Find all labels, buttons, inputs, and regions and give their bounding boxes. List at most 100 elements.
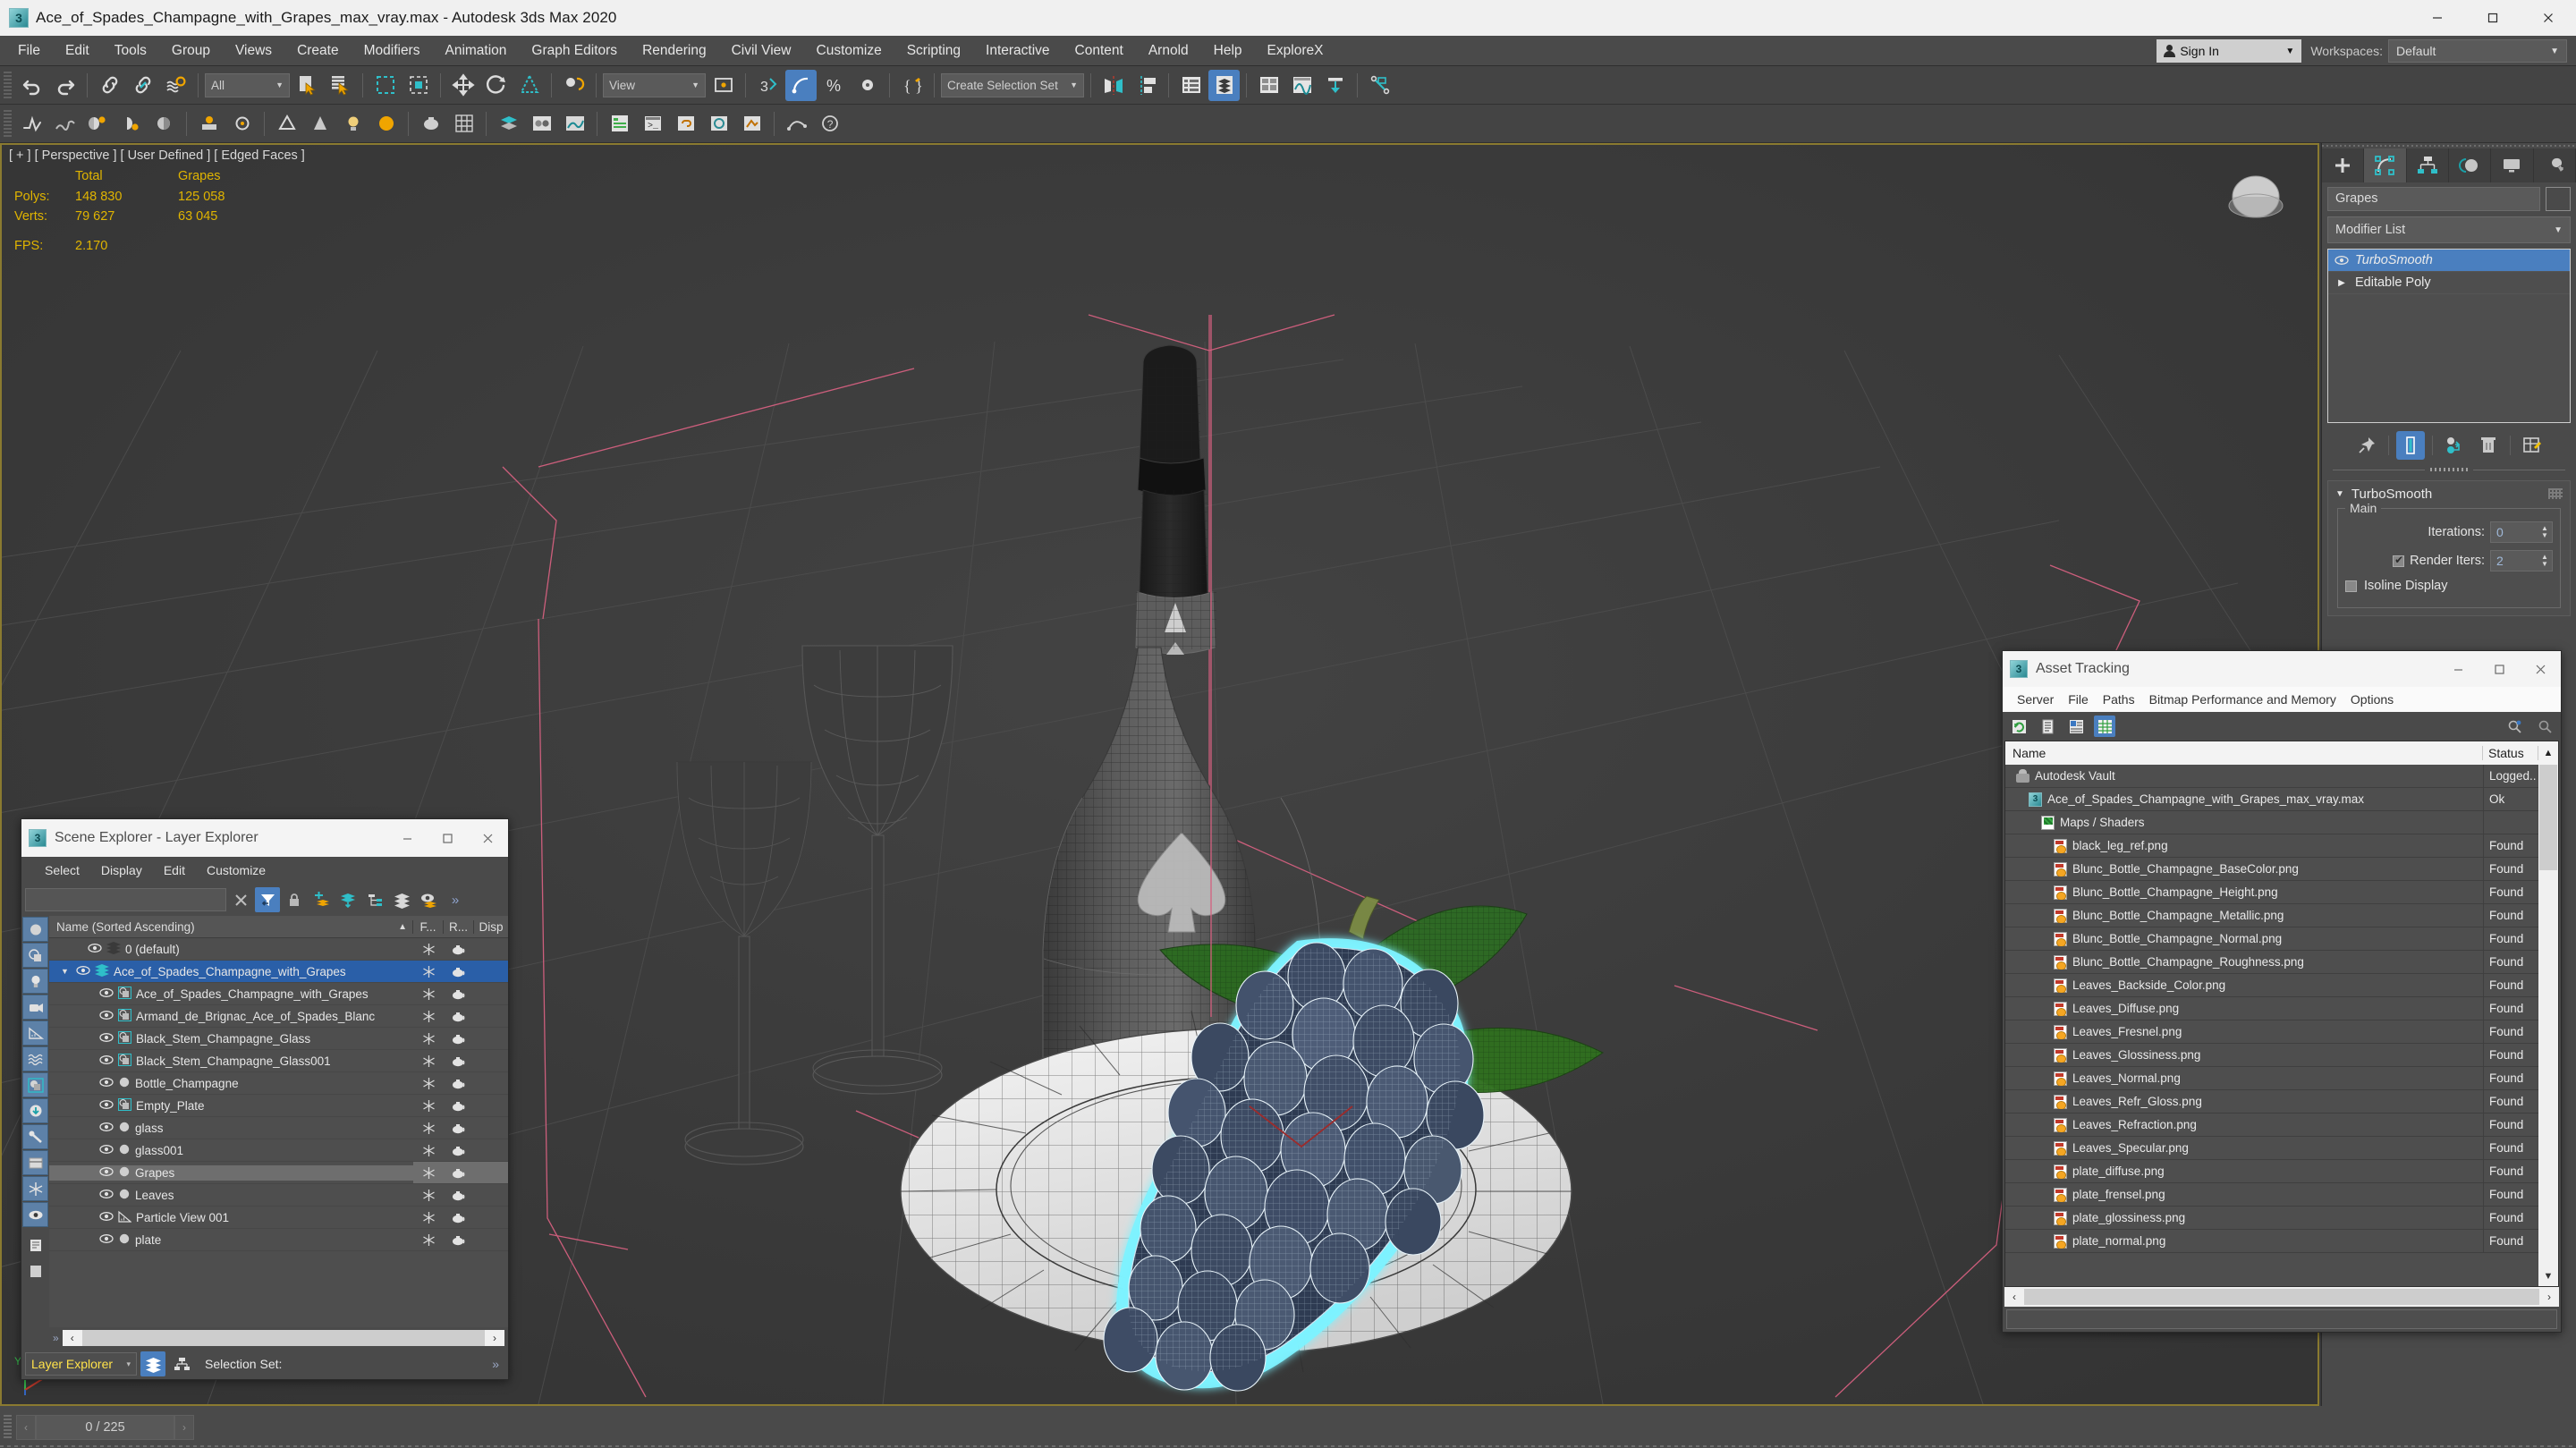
maximize-button[interactable] (2465, 0, 2521, 36)
configure-modifier-sets-icon[interactable] (2518, 431, 2546, 460)
display-cell[interactable] (474, 1005, 508, 1027)
content-browser-icon[interactable] (703, 108, 734, 140)
select-object-icon[interactable] (292, 70, 323, 101)
scroll-thumb[interactable] (2539, 765, 2557, 870)
asset-menu-server[interactable]: Server (2010, 690, 2061, 708)
cone-primitive-icon[interactable] (304, 108, 335, 140)
asset-table-row[interactable]: Blunc_Bottle_Champagne_Height.png Found (2005, 881, 2538, 904)
asset-column-status[interactable]: Status (2483, 746, 2538, 760)
freeze-toggle-icon[interactable] (413, 1072, 444, 1094)
visibility-eye-icon[interactable] (99, 1099, 114, 1113)
scene-explorer-row[interactable]: Black_Stem_Champagne_Glass001 (49, 1050, 508, 1072)
select-and-scale-icon[interactable] (513, 70, 545, 101)
use-pivot-point-center-icon[interactable] (708, 70, 739, 101)
renderable-toggle-icon[interactable] (444, 1229, 474, 1250)
sphere-primitive-icon[interactable] (370, 108, 402, 140)
visibility-eye-icon[interactable] (99, 1054, 114, 1068)
scene-explorer-row[interactable]: Particle View 001 (49, 1207, 508, 1229)
menu-views[interactable]: Views (223, 39, 284, 63)
layer-manager-icon[interactable] (493, 108, 524, 140)
render-production-icon[interactable] (82, 108, 114, 140)
asset-table-row[interactable]: 3 Ace_of_Spades_Champagne_with_Grapes_max… (2005, 788, 2538, 811)
scroll-thumb[interactable] (2024, 1289, 2539, 1305)
edit-named-selection-sets-icon[interactable]: { } (896, 70, 928, 101)
asset-table-row[interactable]: plate_normal.png Found (2005, 1230, 2538, 1253)
asset-table-row[interactable]: Leaves_Specular.png Found (2005, 1137, 2538, 1160)
object-name-field[interactable]: Grapes (2327, 186, 2540, 211)
workspace-select[interactable]: Default ▼ (2388, 39, 2567, 63)
scene-explorer-row[interactable]: Grapes (49, 1162, 508, 1184)
minimize-button[interactable] (2410, 0, 2465, 36)
asset-menu-file[interactable]: File (2061, 690, 2096, 708)
renderable-toggle-icon[interactable] (444, 1005, 474, 1027)
renderable-toggle-icon[interactable] (444, 1162, 474, 1183)
visibility-eye-icon[interactable] (99, 1077, 114, 1090)
scene-explorer-row[interactable]: Empty_Plate (49, 1095, 508, 1117)
menu-arnold[interactable]: Arnold (1136, 39, 1201, 63)
freeze-toggle-icon[interactable] (413, 1184, 444, 1206)
filter-selection-icon[interactable] (255, 887, 280, 912)
visibility-eye-icon[interactable] (99, 1122, 114, 1135)
freeze-toggle-icon[interactable] (413, 938, 444, 960)
asset-table-row[interactable]: black_leg_ref.png Found (2005, 834, 2538, 858)
named-selection-set-combo[interactable]: Create Selection Set ▼ (941, 72, 1084, 97)
spinner-snap-toggle-icon[interactable] (852, 70, 883, 101)
toggle-scene-explorer-icon[interactable] (1175, 70, 1207, 101)
remove-modifier-icon[interactable] (2474, 431, 2503, 460)
list-view-icon[interactable] (2037, 716, 2058, 737)
asset-table-row[interactable]: Leaves_Backside_Color.png Found (2005, 974, 2538, 997)
menu-rendering[interactable]: Rendering (630, 39, 719, 63)
menu-help[interactable]: Help (1201, 39, 1255, 63)
tab-utilities[interactable] (2534, 148, 2576, 182)
display-cell[interactable] (474, 1117, 508, 1139)
scene-explorer-close-button[interactable] (468, 819, 508, 857)
tab-display[interactable] (2491, 148, 2534, 182)
asset-table-row[interactable]: Leaves_Glossiness.png Found (2005, 1044, 2538, 1067)
display-cell[interactable] (474, 1207, 508, 1228)
toggle-layer-explorer-icon[interactable] (1208, 69, 1240, 101)
scene-explorer-maximize-button[interactable] (428, 819, 468, 857)
asset-row-list[interactable]: Autodesk Vault Logged.. 3 Ace_of_Spades_Cha… (2005, 765, 2538, 1286)
asset-tracking-maximize-button[interactable] (2479, 651, 2520, 687)
status-expand-icon[interactable]: » (492, 1357, 504, 1371)
align-icon[interactable] (1131, 70, 1162, 101)
rollout-grip[interactable] (2548, 488, 2563, 499)
expand-subobject-icon[interactable]: ▶ (2328, 278, 2355, 288)
display-cell[interactable] (474, 1229, 508, 1250)
isoline-display-checkbox[interactable] (2345, 580, 2357, 592)
iterations-spinner[interactable]: 0 ▲ ▼ (2490, 521, 2553, 543)
visibility-eye-icon[interactable] (99, 1166, 114, 1180)
next-frame-button[interactable]: › (174, 1415, 194, 1440)
close-button[interactable] (2521, 0, 2576, 36)
placement-tool-icon[interactable] (558, 70, 589, 101)
scene-explorer-window[interactable]: 3 Scene Explorer - Layer Explorer Select… (21, 818, 509, 1380)
light-icon[interactable] (337, 108, 369, 140)
renderable-toggle-icon[interactable] (444, 983, 474, 1004)
toolbar-grip[interactable] (4, 72, 12, 98)
find-next-asset-icon[interactable] (2534, 716, 2555, 737)
show-end-result-icon[interactable] (2395, 431, 2425, 460)
asset-table-row[interactable]: Leaves_Fresnel.png Found (2005, 1020, 2538, 1044)
modifier-stack[interactable]: TurboSmooth ▶ Editable Poly (2327, 249, 2571, 423)
menu-edit[interactable]: Edit (53, 39, 102, 63)
sign-in-button[interactable]: Sign In ▼ (2157, 39, 2302, 63)
display-cell[interactable] (474, 1139, 508, 1161)
expand-panel-icon[interactable]: » (53, 1332, 59, 1344)
asset-menu-bitmap-performance[interactable]: Bitmap Performance and Memory (2142, 690, 2343, 708)
curve-toolbar-icon[interactable] (781, 108, 812, 140)
asset-tracking-minimize-button[interactable] (2437, 651, 2479, 687)
renderable-toggle-icon[interactable] (444, 1139, 474, 1161)
asset-table-row[interactable]: Blunc_Bottle_Champagne_Roughness.png Foun… (2005, 951, 2538, 974)
asset-table-row[interactable]: Blunc_Bottle_Champagne_Normal.png Found (2005, 927, 2538, 951)
asset-menu-paths[interactable]: Paths (2096, 690, 2142, 708)
layer-hierarchy-icon[interactable] (362, 887, 387, 912)
filter-helpers-icon[interactable] (22, 1020, 48, 1046)
asset-table-row[interactable]: Blunc_Bottle_Champagne_Metallic.png Found (2005, 904, 2538, 927)
tab-hierarchy[interactable] (2407, 148, 2449, 182)
filter-lights-icon[interactable] (22, 969, 48, 994)
visibility-eye-icon[interactable] (99, 1233, 114, 1247)
unlink-selection-icon[interactable] (127, 70, 158, 101)
angle-snap-toggle-icon[interactable] (785, 69, 817, 101)
freeze-toggle-icon[interactable] (413, 1162, 444, 1183)
scroll-down-arrow[interactable]: ▼ (2538, 1266, 2558, 1286)
